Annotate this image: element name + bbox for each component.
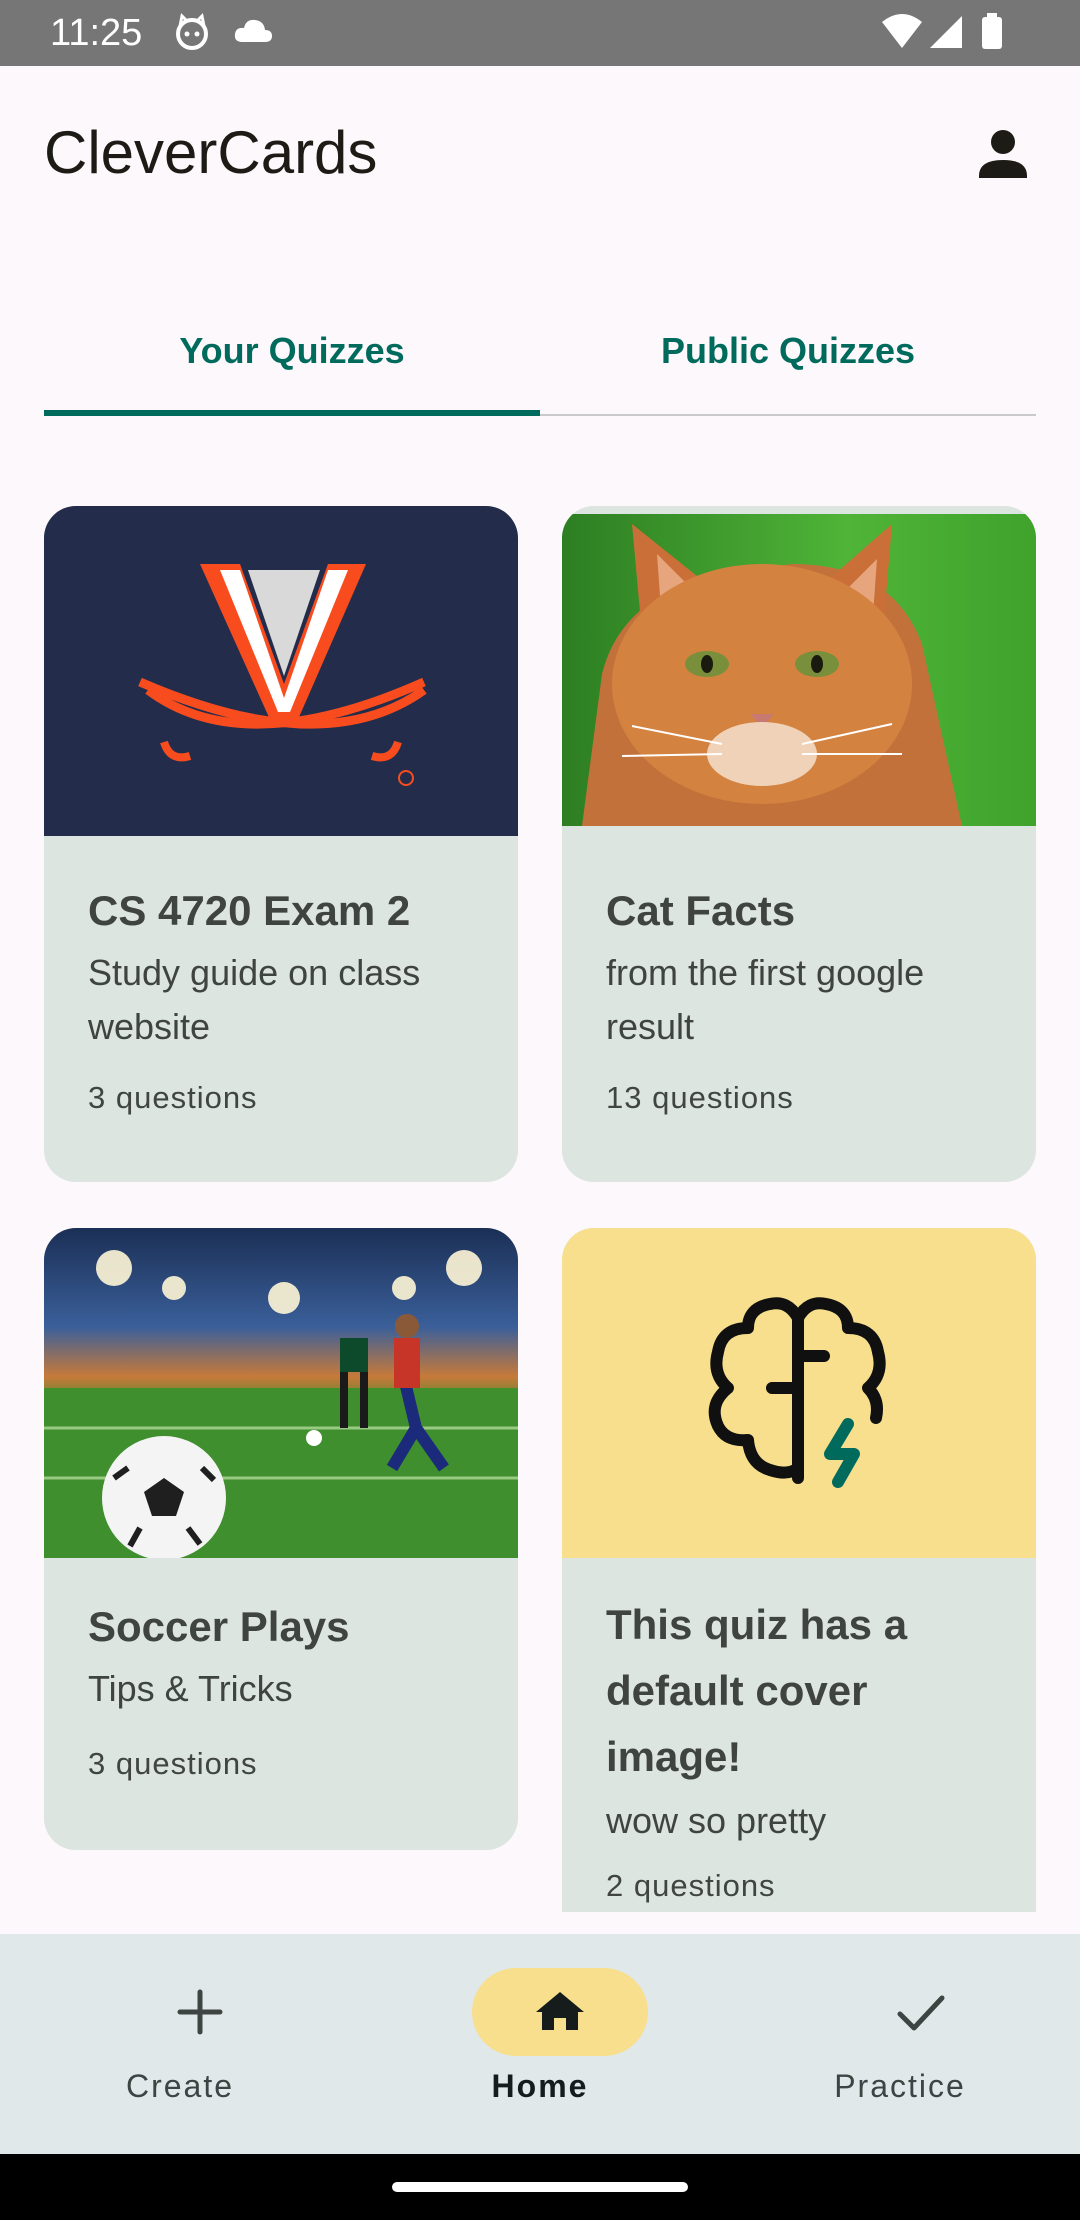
plus-icon — [177, 1989, 223, 2035]
home-icon — [536, 1992, 584, 2030]
status-bar: 11:25 — [0, 0, 1080, 66]
bottom-navigation: Create Home Practice — [0, 1934, 1080, 2154]
nav-label: Practice — [834, 2068, 966, 2104]
quiz-card[interactable]: Cat Facts from the first google result 1… — [562, 506, 1036, 1182]
quiz-question-count: 3 questions — [88, 1080, 258, 1115]
app-title: CleverCards — [44, 119, 378, 186]
quiz-card[interactable]: Soccer Plays Tips & Tricks 3 questions — [44, 1228, 518, 1850]
profile-button[interactable] — [968, 120, 1038, 190]
quiz-question-count: 13 questions — [606, 1080, 794, 1115]
quiz-title: CS 4720 Exam 2 — [88, 887, 411, 934]
cat-notification-icon — [172, 12, 212, 57]
nav-home[interactable]: Home — [360, 1934, 720, 2154]
quiz-description: wow so pretty — [606, 1800, 827, 1841]
tab-your-quizzes[interactable]: Your Quizzes — [44, 330, 540, 372]
uva-logo-cover — [44, 506, 518, 836]
quiz-card[interactable]: This quiz has a default cover image! wow… — [562, 1228, 1036, 1912]
nav-label: Home — [491, 2068, 589, 2104]
quiz-description: from the first google result — [606, 952, 925, 1047]
home-gesture-handle[interactable] — [392, 2182, 688, 2192]
nav-active-indicator — [472, 1968, 648, 2056]
quiz-tabs: Your Quizzes Public Quizzes — [44, 300, 1036, 418]
tab-indicator — [44, 410, 540, 416]
wifi-icon — [880, 12, 924, 57]
nav-icon-container — [112, 1968, 288, 2056]
quiz-title: Cat Facts — [606, 887, 796, 934]
soccer-image-cover — [44, 1228, 518, 1560]
quiz-title: This quiz has a default cover image! — [606, 1601, 908, 1780]
default-cover — [562, 1228, 1036, 1558]
status-time: 11:25 — [50, 12, 143, 54]
battery-icon — [980, 12, 1004, 57]
quiz-question-count: 2 questions — [606, 1868, 776, 1903]
check-icon — [897, 1995, 945, 2031]
quiz-card[interactable]: CS 4720 Exam 2 Study guide on class webs… — [44, 506, 518, 1182]
quiz-question-count: 3 questions — [88, 1746, 258, 1781]
nav-icon-container — [832, 1968, 1008, 2056]
quiz-title: Soccer Plays — [88, 1603, 350, 1650]
nav-create[interactable]: Create — [0, 1934, 360, 2154]
person-icon — [979, 130, 1027, 178]
nav-practice[interactable]: Practice — [720, 1934, 1080, 2154]
signal-icon — [928, 12, 964, 57]
brain-lightning-icon — [708, 1297, 886, 1488]
quiz-description: Study guide on class website — [88, 952, 421, 1047]
cat-photo-cover — [562, 514, 1036, 826]
quiz-description: Tips & Tricks — [88, 1668, 293, 1709]
nav-label: Create — [125, 2068, 235, 2104]
cloud-icon — [232, 12, 274, 57]
tab-public-quizzes[interactable]: Public Quizzes — [540, 330, 1036, 372]
